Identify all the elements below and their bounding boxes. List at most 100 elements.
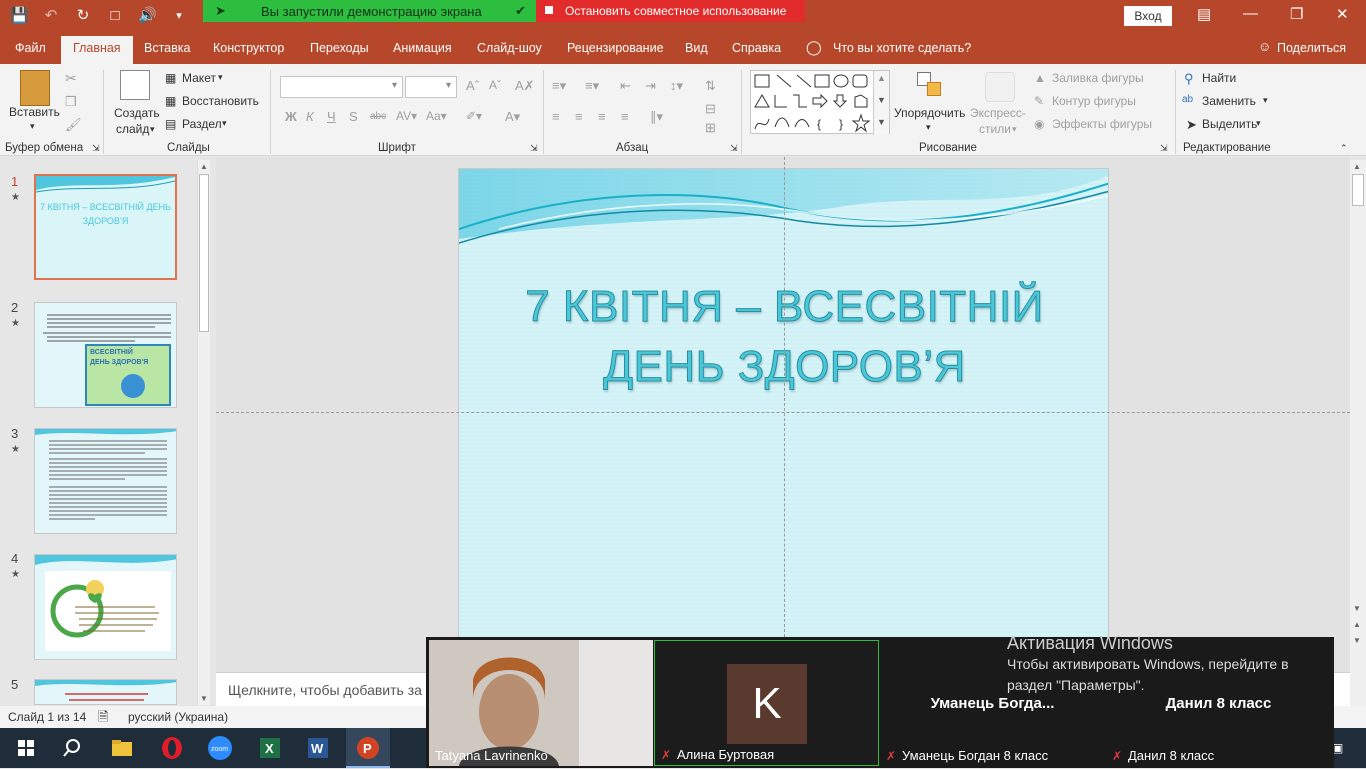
language-indicator[interactable]: русский (Украина)	[128, 710, 228, 724]
drawing-launcher-icon[interactable]: ⇲	[1160, 143, 1168, 154]
shapes-scroll[interactable]: ▲ ▼ ▼	[873, 71, 889, 135]
tab-help[interactable]: Справка	[732, 41, 781, 55]
numbering-icon[interactable]: ≡▾	[585, 78, 599, 94]
text-direction-icon[interactable]: ⇅	[705, 78, 716, 94]
paste-button[interactable]: Вставить	[9, 105, 60, 119]
close-icon[interactable]: ✕	[1336, 5, 1349, 23]
tab-review[interactable]: Рецензирование	[567, 41, 664, 55]
vertical-guide[interactable]	[784, 157, 785, 637]
increase-indent-icon[interactable]: ⇥	[645, 78, 656, 94]
spacing-icon[interactable]: AV▾	[396, 109, 417, 123]
maximize-icon[interactable]: ❐	[1290, 5, 1303, 23]
excel-icon[interactable]: X	[256, 734, 284, 762]
select-dropdown-icon[interactable]: ▾	[1256, 118, 1261, 129]
strikethrough-icon[interactable]: abc	[370, 111, 386, 122]
layout-dropdown-icon[interactable]: ▾	[218, 72, 223, 83]
share-button[interactable]: Поделиться	[1277, 41, 1346, 55]
slide-thumbnail-4[interactable]	[34, 554, 177, 660]
align-text-icon[interactable]: ⊟	[705, 101, 716, 117]
shape-effects-button[interactable]: Эффекты фигуры	[1052, 117, 1152, 131]
font-family-combo[interactable]: ▾	[280, 76, 403, 98]
replace-button[interactable]: Заменить	[1202, 94, 1256, 108]
clear-format-icon[interactable]: A✗	[515, 78, 535, 94]
bold-icon[interactable]: Ж	[285, 109, 297, 124]
quick-styles-icon[interactable]	[985, 72, 1015, 102]
highlight-icon[interactable]: ✐▾	[466, 109, 482, 123]
tab-insert[interactable]: Вставка	[144, 41, 190, 55]
copy-icon[interactable]: ❐	[65, 94, 77, 110]
signin-button[interactable]: Вход	[1124, 6, 1172, 26]
participant-tile-video[interactable]: Tatyana Lavrinenko	[429, 640, 653, 766]
paste-icon[interactable]	[20, 70, 50, 106]
align-center-icon[interactable]: ≡	[575, 109, 583, 124]
word-icon[interactable]: W	[304, 734, 332, 762]
tab-design[interactable]: Конструктор	[213, 41, 284, 55]
stop-sharing-button[interactable]: Остановить совместное использование	[536, 0, 805, 22]
bullets-icon[interactable]: ≡▾	[552, 78, 566, 94]
tab-file[interactable]: Файл	[15, 41, 46, 55]
minimize-icon[interactable]: —	[1243, 5, 1258, 22]
participant-tile-avatar[interactable]: K ✗ Алина Буртовая	[654, 640, 879, 766]
format-painter-icon[interactable]: 🖌	[65, 117, 82, 133]
opera-icon[interactable]	[158, 734, 186, 762]
arrange-dropdown-icon[interactable]: ▾	[926, 122, 931, 133]
slide-thumbnail-1[interactable]: 7 КВІТНЯ – ВСЕСВІТНІЙ ДЕНЬ ЗДОРОВ’Я	[34, 174, 177, 280]
italic-icon[interactable]: К	[306, 109, 314, 124]
paste-dropdown-icon[interactable]: ▾	[30, 121, 35, 132]
zoom-app-icon[interactable]: zoom	[206, 734, 234, 762]
thumbnails-scrollbar[interactable]: ▲ ▼	[197, 160, 210, 705]
pin-icon[interactable]: ➤	[215, 3, 226, 19]
shapes-gallery[interactable]: { } ▲ ▼ ▼	[750, 70, 890, 135]
slide-thumbnail-2[interactable]: ВСЕСВІТНІЙ ДЕНЬ ЗДОРОВ'Я	[34, 302, 177, 408]
paragraph-launcher-icon[interactable]: ⇲	[730, 143, 738, 154]
select-button[interactable]: Выделить	[1202, 117, 1257, 131]
customize-qat-icon[interactable]: ▾	[170, 9, 188, 22]
new-slide-label-2[interactable]: слайд	[116, 122, 149, 136]
section-button[interactable]: Раздел	[182, 117, 222, 131]
new-slide-icon[interactable]	[120, 70, 150, 100]
tab-slideshow[interactable]: Слайд-шоу	[477, 41, 542, 55]
decrease-indent-icon[interactable]: ⇤	[620, 78, 631, 94]
notes-placeholder[interactable]: Щелкните, чтобы добавить за	[228, 682, 422, 698]
shape-fill-button[interactable]: Заливка фигуры	[1052, 71, 1144, 85]
shrink-font-icon[interactable]: Aˇ	[489, 78, 501, 92]
tab-transitions[interactable]: Переходы	[310, 41, 369, 55]
change-case-icon[interactable]: Aa▾	[426, 109, 447, 123]
arrange-icon[interactable]	[917, 72, 943, 98]
present-icon[interactable]: □	[106, 7, 124, 24]
tab-view[interactable]: Вид	[685, 41, 708, 55]
undo-icon[interactable]: ↶	[42, 6, 60, 24]
collapse-ribbon-icon[interactable]: ⌃	[1340, 143, 1348, 154]
tab-home[interactable]: Главная	[61, 36, 133, 64]
search-icon[interactable]	[58, 734, 86, 762]
slide-thumbnail-5[interactable]	[34, 679, 177, 705]
save-icon[interactable]: 💾	[10, 6, 29, 24]
grow-font-icon[interactable]: Aˆ	[466, 78, 479, 93]
layout-button[interactable]: Макет	[182, 71, 216, 85]
windows-start-icon[interactable]	[12, 734, 40, 762]
arrange-button[interactable]: Упорядочить	[894, 106, 965, 120]
section-dropdown-icon[interactable]: ▾	[222, 118, 227, 129]
tell-me-search[interactable]: Что вы хотите сделать?	[833, 41, 971, 55]
font-size-combo[interactable]: ▾	[405, 76, 457, 98]
columns-icon[interactable]: ∥▾	[650, 109, 663, 125]
horizontal-guide[interactable]	[216, 412, 1350, 413]
quick-styles-dropdown-icon[interactable]: ▾	[1012, 124, 1017, 135]
shape-outline-button[interactable]: Контур фигуры	[1052, 94, 1136, 108]
file-explorer-icon[interactable]	[108, 734, 136, 762]
font-color-icon[interactable]: A▾	[505, 109, 520, 125]
smartart-icon[interactable]: ⊞	[705, 120, 716, 136]
font-launcher-icon[interactable]: ⇲	[530, 143, 538, 154]
quick-styles-label-1[interactable]: Экспресс-	[970, 106, 1026, 120]
align-right-icon[interactable]: ≡	[598, 109, 606, 124]
underline-icon[interactable]: Ч	[327, 109, 336, 124]
ribbon-display-icon[interactable]: ▤	[1197, 5, 1211, 23]
spellcheck-icon[interactable]: 🗎	[98, 708, 108, 730]
new-slide-label-1[interactable]: Создать	[114, 106, 160, 120]
line-spacing-icon[interactable]: ↕▾	[670, 78, 683, 94]
quick-styles-label-2[interactable]: стили	[979, 122, 1011, 136]
redo-icon[interactable]: ↻	[74, 6, 92, 24]
slide-thumbnail-3[interactable]	[34, 428, 177, 534]
powerpoint-taskbar-item[interactable]: P	[346, 728, 390, 768]
shadow-icon[interactable]: S	[349, 109, 358, 124]
